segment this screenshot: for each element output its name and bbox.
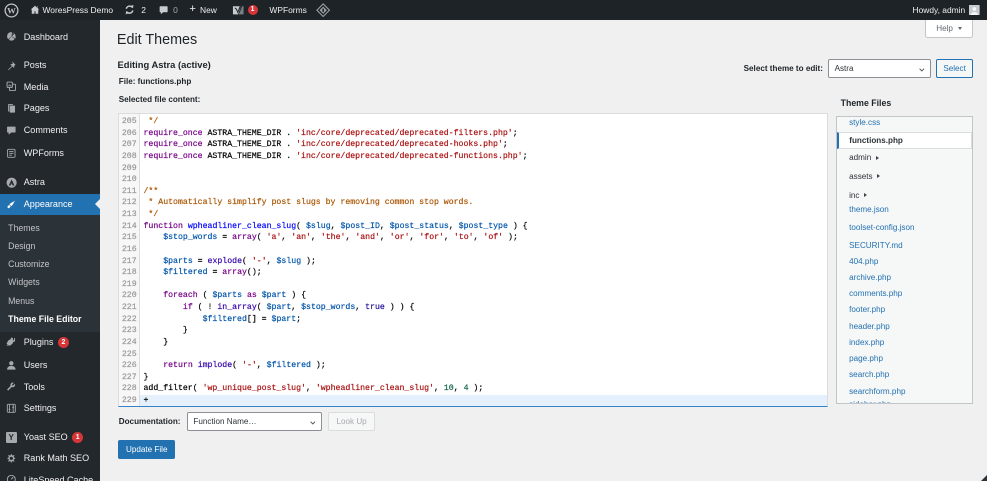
svg-text:W: W	[8, 5, 17, 15]
